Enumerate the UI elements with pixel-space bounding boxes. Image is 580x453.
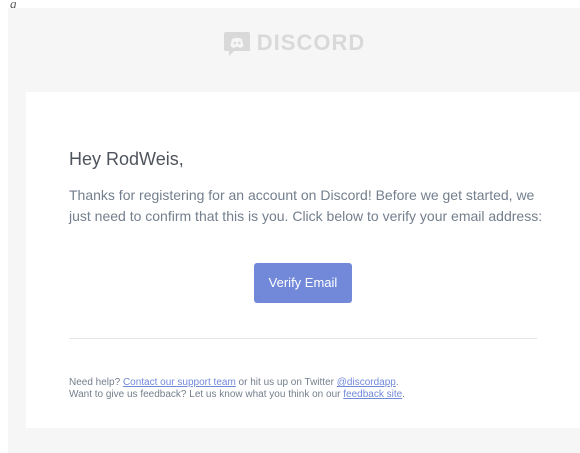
email-footer: Need help? Contact our support team or h… xyxy=(69,377,549,401)
verification-message: Thanks for registering for an account on… xyxy=(69,187,543,224)
footer-help-middle: or hit us up on Twitter xyxy=(235,377,337,388)
footer-help-suffix: . xyxy=(395,377,399,388)
discord-logo-icon xyxy=(223,32,250,56)
discord-logo: DISCORD xyxy=(8,28,580,58)
cropped-text-fragment: g xyxy=(10,0,17,8)
email-body: DISCORD Hey RodWeis, Thanks for register… xyxy=(8,8,580,453)
footer-help-prefix: Need help? xyxy=(69,377,123,388)
footer-feedback-suffix: . xyxy=(402,389,405,400)
divider xyxy=(69,338,537,339)
footer-feedback-line: Want to give us feedback? Let us know wh… xyxy=(69,389,549,401)
email-card: Hey RodWeis, Thanks for registering for … xyxy=(26,92,580,428)
footer-help-line: Need help? Contact our support team or h… xyxy=(69,377,549,389)
greeting-heading: Hey RodWeis, xyxy=(69,149,184,169)
verify-email-button[interactable]: Verify Email xyxy=(254,263,352,303)
discord-wordmark: DISCORD xyxy=(256,30,366,55)
twitter-link[interactable]: @discordapp xyxy=(337,377,396,388)
footer-feedback-prefix: Want to give us feedback? Let us know wh… xyxy=(69,389,344,400)
support-team-link[interactable]: Contact our support team xyxy=(123,377,236,388)
feedback-site-link[interactable]: feedback site xyxy=(343,389,402,400)
